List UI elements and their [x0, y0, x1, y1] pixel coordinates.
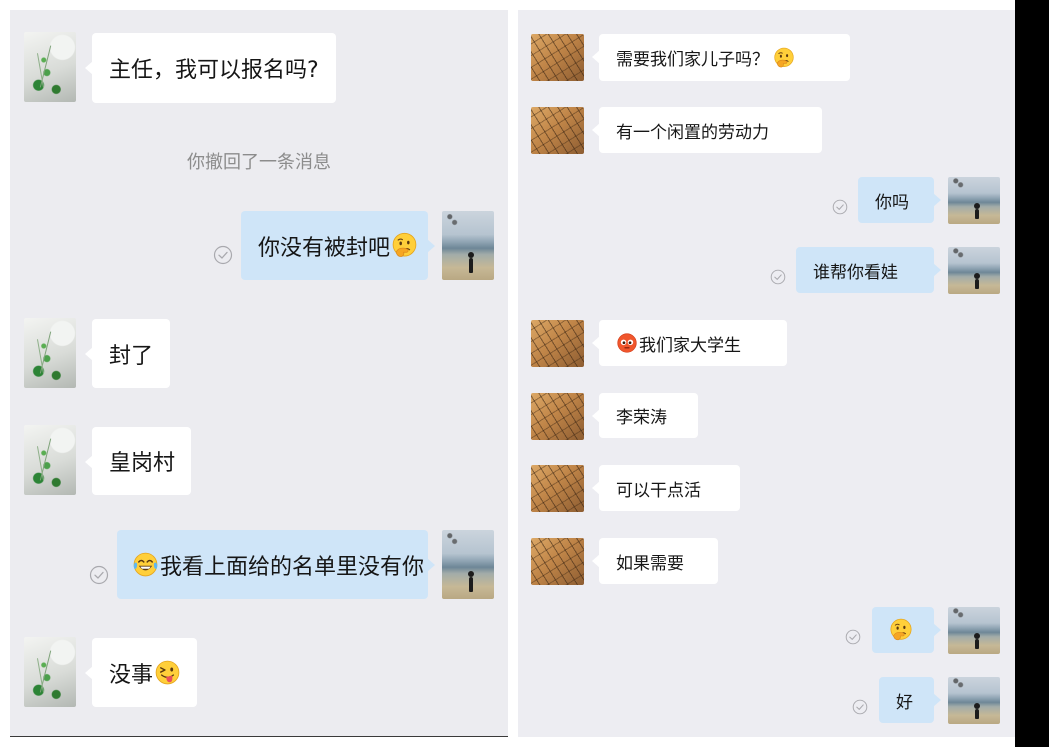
- winking-tongue-face-icon: [154, 659, 181, 686]
- message-text: 李荣涛: [616, 408, 667, 428]
- self-avatar[interactable]: [948, 607, 1000, 654]
- received-message-bubble[interactable]: 有一个闲置的劳动力: [592, 107, 822, 153]
- chat-screenshots: 主任，我可以报名吗? 你撤回了一条消息 你没有被封吧 封了 皇岗村 我看上面给的…: [0, 0, 1049, 747]
- left-chat-panel: [10, 10, 508, 737]
- read-check-icon: [845, 629, 861, 645]
- message-text: 你没有被封吧: [258, 235, 391, 261]
- right-edge-bar: [1015, 0, 1049, 747]
- sent-message-bubble[interactable]: [872, 607, 941, 653]
- sent-message-bubble[interactable]: 你没有被封吧: [241, 211, 435, 280]
- thinking-face-icon: [889, 618, 913, 642]
- contact-avatar[interactable]: [24, 425, 76, 495]
- self-avatar[interactable]: [948, 177, 1000, 224]
- message-text: 我们家大学生: [639, 335, 741, 356]
- read-check-icon: [770, 269, 786, 285]
- divider: [10, 736, 508, 737]
- message-text: 皇岗村: [109, 451, 176, 476]
- contact-avatar[interactable]: [531, 465, 584, 512]
- contact-avatar[interactable]: [531, 393, 584, 440]
- self-avatar[interactable]: [948, 247, 1000, 294]
- message-text: 有一个闲置的劳动力: [616, 122, 769, 143]
- received-message-bubble[interactable]: 如果需要: [592, 538, 718, 584]
- tears-of-joy-icon: [132, 551, 159, 578]
- self-avatar[interactable]: [442, 530, 494, 599]
- sent-message-bubble[interactable]: 我看上面给的名单里没有你: [117, 530, 435, 599]
- thinking-face-icon: [391, 232, 418, 259]
- contact-avatar[interactable]: [531, 34, 584, 81]
- contact-avatar[interactable]: [24, 32, 76, 102]
- contact-avatar[interactable]: [24, 637, 76, 707]
- contact-avatar[interactable]: [531, 538, 584, 585]
- contact-avatar[interactable]: [531, 320, 584, 367]
- message-text: 你吗: [875, 192, 909, 213]
- message-text: 可以干点活: [616, 480, 701, 501]
- received-message-bubble[interactable]: 没事: [85, 638, 197, 707]
- self-avatar[interactable]: [948, 677, 1000, 724]
- message-text: 我看上面给的名单里没有你: [160, 554, 425, 580]
- received-message-bubble[interactable]: 李荣涛: [592, 393, 698, 438]
- read-check-icon: [213, 245, 233, 265]
- sent-message-bubble[interactable]: 好: [879, 677, 941, 723]
- thinking-face-icon: [773, 47, 795, 69]
- contact-avatar[interactable]: [531, 107, 584, 154]
- read-check-icon: [89, 565, 109, 585]
- received-message-bubble[interactable]: 封了: [85, 319, 170, 388]
- received-message-bubble[interactable]: 需要我们家儿子吗？: [592, 34, 850, 81]
- message-text: 封了: [109, 343, 154, 369]
- received-message-bubble[interactable]: 可以干点活: [592, 465, 740, 511]
- message-text: 好: [896, 692, 913, 713]
- received-message-bubble[interactable]: 皇岗村: [85, 427, 191, 495]
- contact-avatar[interactable]: [24, 318, 76, 388]
- read-check-icon: [832, 199, 848, 215]
- received-message-bubble[interactable]: 我们家大学生: [592, 320, 787, 366]
- recall-notice: 你撤回了一条消息: [187, 152, 331, 173]
- message-text: 如果需要: [616, 553, 684, 574]
- received-message-bubble[interactable]: 主任，我可以报名吗?: [85, 33, 336, 103]
- read-check-icon: [852, 699, 868, 715]
- flushed-face-icon: [616, 332, 638, 354]
- message-text: 主任，我可以报名吗?: [109, 58, 319, 83]
- message-text: 需要我们家儿子吗？: [616, 50, 769, 70]
- self-avatar[interactable]: [442, 211, 494, 280]
- sent-message-bubble[interactable]: 你吗: [858, 177, 941, 223]
- message-text: 谁帮你看娃: [813, 262, 898, 283]
- message-text: 没事: [109, 662, 154, 688]
- sent-message-bubble[interactable]: 谁帮你看娃: [796, 247, 941, 293]
